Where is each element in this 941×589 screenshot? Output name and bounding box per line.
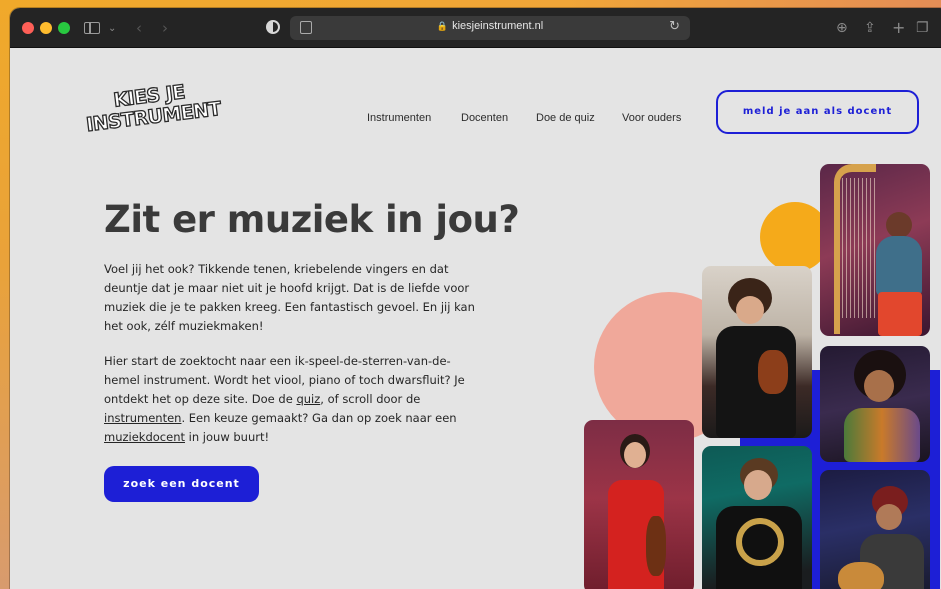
musician-face — [876, 504, 902, 530]
violin-shape — [646, 516, 666, 576]
harp-strings — [842, 178, 876, 318]
musician-body — [876, 236, 922, 296]
musician-legs — [878, 292, 922, 336]
paragraph-text: in jouw buurt! — [185, 430, 270, 444]
hero-headline: Zit er muziek in jou? — [104, 198, 520, 241]
nav-item-docenten[interactable]: Docenten — [461, 112, 508, 124]
hero-paragraph-2: Hier start de zoektocht naar een ik-spee… — [104, 352, 484, 447]
photo-singer — [820, 346, 930, 462]
site-logo[interactable]: KIES JE INSTRUMENT — [83, 78, 225, 158]
back-arrow-icon[interactable]: ‹ — [136, 18, 142, 38]
share-icon[interactable]: ⇪ — [864, 18, 876, 38]
browser-window: ⌄ ‹ › 🔒 kiesjeinstrument.nl ↻ ⊕ ⇪ + ❐ KIE… — [10, 8, 941, 589]
tab-overview-icon[interactable]: ❐ — [916, 18, 929, 38]
musician-face — [744, 470, 772, 500]
musician-face — [624, 442, 646, 468]
reload-icon[interactable]: ↻ — [669, 19, 680, 34]
url-label: kiesjeinstrument.nl — [452, 20, 544, 32]
new-tab-icon[interactable]: + — [892, 18, 905, 38]
close-window-button[interactable] — [22, 22, 34, 34]
muziekdocent-link[interactable]: muziekdocent — [104, 430, 185, 444]
browser-toolbar: ⌄ ‹ › 🔒 kiesjeinstrument.nl ↻ ⊕ ⇪ + ❐ — [10, 8, 941, 48]
photo-violinist — [702, 266, 812, 438]
zoom-window-button[interactable] — [58, 22, 70, 34]
musician-head — [886, 212, 912, 238]
nav-item-quiz[interactable]: Doe de quiz — [536, 112, 595, 124]
minimize-window-button[interactable] — [40, 22, 52, 34]
quiz-link[interactable]: quiz — [296, 392, 320, 406]
musician-face — [864, 370, 894, 402]
chevron-down-icon[interactable]: ⌄ — [108, 19, 116, 39]
nav-item-instrumenten[interactable]: Instrumenten — [367, 112, 431, 124]
paragraph-text: . Een keuze gemaakt? Ga dan op zoek naar… — [181, 411, 457, 425]
violin-shape — [758, 350, 788, 394]
address-bar[interactable]: 🔒 kiesjeinstrument.nl ↻ — [290, 16, 690, 40]
guitar-shape — [838, 562, 884, 589]
hero-paragraph-1: Voel jij het ook? Tikkende tenen, kriebe… — [104, 262, 475, 333]
photo-guitarist — [820, 470, 930, 589]
instrumenten-link[interactable]: instrumenten — [104, 411, 181, 425]
register-teacher-button[interactable]: meld je aan als docent — [716, 90, 919, 134]
french-horn-shape — [736, 518, 784, 566]
musician-body — [844, 408, 920, 462]
forward-arrow-icon[interactable]: › — [162, 18, 168, 38]
lock-icon: 🔒 — [436, 21, 449, 31]
nav-item-voor-ouders[interactable]: Voor ouders — [622, 112, 681, 124]
photo-harpist — [820, 164, 930, 336]
musician-face — [736, 296, 764, 324]
downloads-icon[interactable]: ⊕ — [836, 18, 848, 38]
web-page: KIES JE INSTRUMENT Instrumenten Docenten… — [10, 48, 940, 589]
photo-horn-player — [702, 446, 812, 589]
photo-violinist-red-dress — [584, 420, 694, 589]
paragraph-text: , of scroll door de — [320, 392, 421, 406]
privacy-shield-icon[interactable] — [266, 20, 280, 34]
url-text: 🔒 kiesjeinstrument.nl — [290, 20, 690, 32]
find-teacher-button[interactable]: zoek een docent — [104, 466, 259, 502]
sidebar-toggle-icon[interactable] — [84, 22, 100, 34]
